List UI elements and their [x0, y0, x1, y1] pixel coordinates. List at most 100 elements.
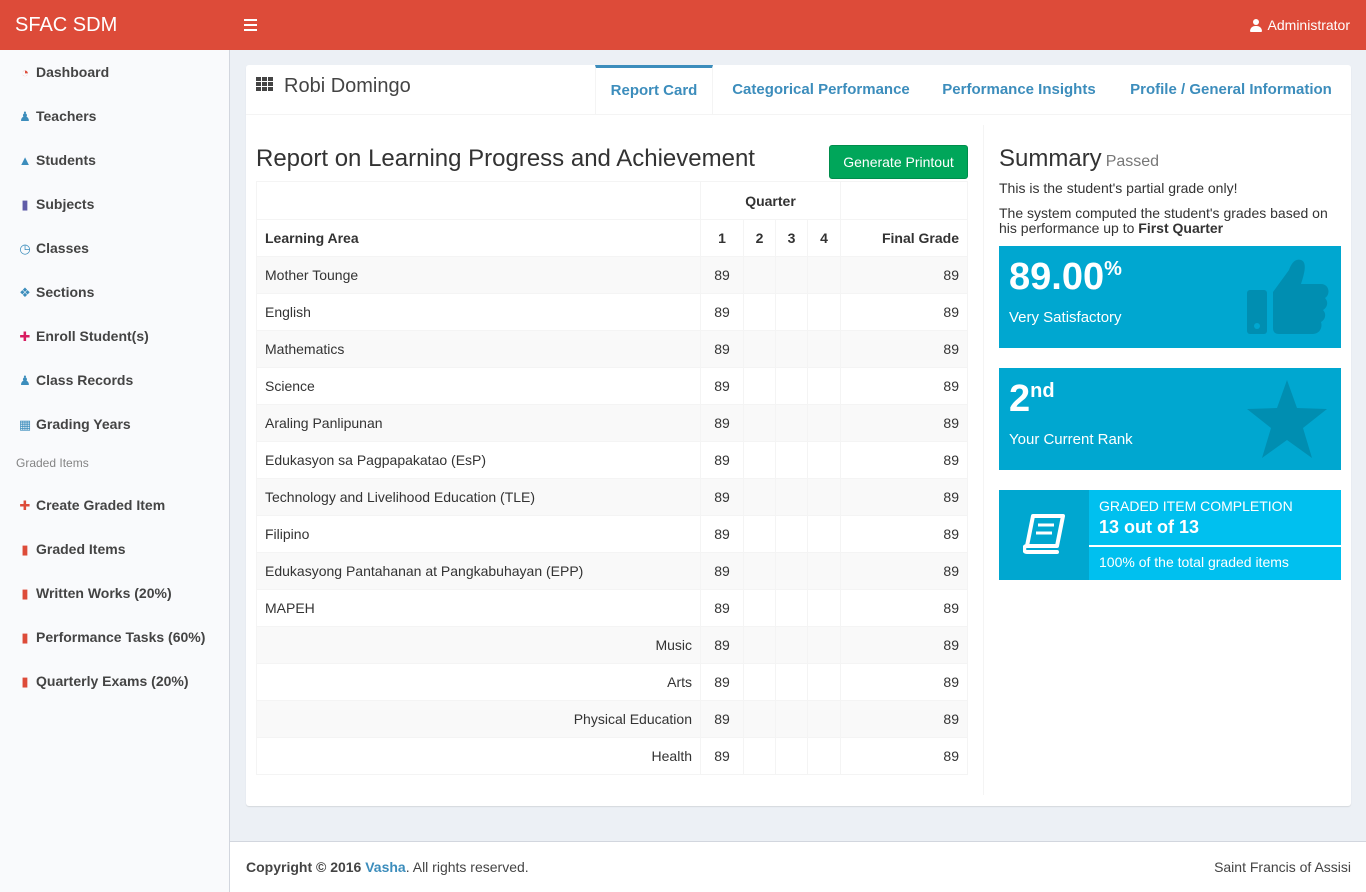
learning-area-cell: MAPEH: [256, 589, 701, 627]
book-icon: ▮: [21, 630, 29, 645]
quarter-4-header: 4: [807, 219, 841, 257]
sidebar-item-label: Students: [36, 152, 96, 168]
quarter-2-cell: [743, 293, 776, 331]
quarter-4-cell: [807, 256, 841, 294]
student-panel: Robi Domingo Report Card Categorical Per…: [246, 65, 1351, 806]
sidebar-item-subjects[interactable]: ▮ Subjects: [18, 194, 94, 214]
quarter-1-cell: 89: [700, 256, 744, 294]
book-icon: [1023, 514, 1065, 554]
tab-categorical-performance[interactable]: Categorical Performance: [721, 65, 921, 115]
quarter-3-cell: [775, 330, 808, 368]
user-icon: [1249, 19, 1262, 32]
quarter-2-cell: [743, 404, 776, 442]
quarter-3-cell: [775, 663, 808, 701]
top-navbar: SFAC SDM Administrator: [0, 0, 1366, 50]
sidebar-item-performance-tasks-60[interactable]: ▮ Performance Tasks (60%): [18, 627, 205, 647]
quarter-2-cell: [743, 663, 776, 701]
rank-value: 2nd: [1009, 378, 1055, 421]
quarter-1-cell: 89: [700, 515, 744, 553]
rank-suffix: nd: [1030, 380, 1055, 402]
brand-link[interactable]: Vasha: [365, 859, 405, 875]
quarter-4-cell: [807, 700, 841, 738]
table-row: Arts 89 89: [256, 663, 968, 701]
generate-printout-button[interactable]: Generate Printout: [829, 145, 968, 179]
sidebar-item-create-graded-item[interactable]: ✚ Create Graded Item: [18, 495, 166, 515]
table-row: Technology and Livelihood Education (TLE…: [256, 478, 968, 516]
table-row: Music 89 89: [256, 626, 968, 664]
quarter-4-cell: [807, 626, 841, 664]
quarter-1-cell: 89: [700, 441, 744, 479]
sidebar-item-teachers[interactable]: ♟ Teachers: [18, 106, 96, 126]
final-grade-cell: 89: [840, 404, 968, 442]
table-row: Edukasyong Pantahanan at Pangkabuhayan (…: [256, 552, 968, 590]
quarter-2-cell: [743, 589, 776, 627]
quarter-3-cell: [775, 367, 808, 405]
sidebar-item-class-records[interactable]: ♟ Class Records: [18, 370, 133, 390]
copyright: Copyright © 2016 Vasha. All rights reser…: [246, 859, 529, 875]
sidebar-item-label: Graded Items: [36, 541, 126, 557]
status-label: Passed: [1105, 153, 1160, 170]
quarter-3-cell: [775, 589, 808, 627]
table-row: Mother Tounge 89 89: [256, 256, 968, 294]
sidebar-item-label: Subjects: [36, 196, 95, 212]
rank-number: 2: [1009, 378, 1031, 420]
table-row: Edukasyon sa Pagpapakatao (EsP) 89 89: [256, 441, 968, 479]
grade-value: 89.00%: [1009, 256, 1122, 299]
sidebar-item-graded-items[interactable]: ▮ Graded Items: [18, 539, 125, 559]
user-menu[interactable]: Administrator: [1249, 0, 1350, 50]
final-grade-header: Final Grade: [840, 219, 968, 257]
quarter-3-cell: [775, 515, 808, 553]
learning-area-cell: Edukasyong Pantahanan at Pangkabuhayan (…: [256, 552, 701, 590]
tab-profile-general-information[interactable]: Profile / General Information: [1121, 65, 1341, 115]
quarter-1-cell: 89: [700, 700, 744, 738]
sidebar-item-students[interactable]: ▲ Students: [18, 150, 96, 170]
quarter-3-cell: [775, 700, 808, 738]
quarter-2-cell: [743, 367, 776, 405]
report-title: Report on Learning Progress and Achievem…: [256, 145, 755, 172]
app-logo[interactable]: SFAC SDM: [0, 0, 230, 50]
sidebar-item-written-works-20[interactable]: ▮ Written Works (20%): [18, 583, 172, 603]
quarter-1-cell: 89: [700, 626, 744, 664]
tab-report-card[interactable]: Report Card: [595, 65, 713, 115]
tab-divider: [246, 114, 1351, 115]
quarter-4-cell: [807, 737, 841, 775]
computation-quarter: First Quarter: [1138, 220, 1224, 236]
book-icon: ▮: [21, 197, 29, 212]
sidebar-item-label: Performance Tasks (60%): [36, 629, 206, 645]
final-grade-cell: 89: [840, 589, 968, 627]
calendar-icon: ▦: [18, 417, 32, 432]
sidebar-item-classes[interactable]: ◷ Classes: [18, 238, 89, 258]
quarter-2-cell: [743, 737, 776, 775]
grade-label: Very Satisfactory: [1009, 309, 1122, 326]
cubes-icon: ❖: [19, 285, 31, 300]
sidebar-item-quarterly-exams-20[interactable]: ▮ Quarterly Exams (20%): [18, 671, 188, 691]
tab-performance-insights[interactable]: Performance Insights: [931, 65, 1107, 115]
quarter-1-cell: 89: [700, 293, 744, 331]
learning-area-cell: Arts: [256, 663, 701, 701]
quarter-3-cell: [775, 293, 808, 331]
final-grade-cell: 89: [840, 293, 968, 331]
final-grade-cell: 89: [840, 441, 968, 479]
quarter-2-cell: [743, 700, 776, 738]
quarter-4-cell: [807, 663, 841, 701]
sidebar-item-grading-years[interactable]: ▦ Grading Years: [18, 414, 131, 434]
learning-area-cell: Mathematics: [256, 330, 701, 368]
table-row: English 89 89: [256, 293, 968, 331]
quarter-2-cell: [743, 478, 776, 516]
table-row: MAPEH 89 89: [256, 589, 968, 627]
sidebar-item-enroll-student-s[interactable]: ✚ Enroll Student(s): [18, 326, 149, 346]
final-grade-cell: 89: [840, 700, 968, 738]
completion-count: 13 out of 13: [1099, 517, 1200, 537]
student-name: Robi Domingo: [284, 75, 411, 97]
sidebar-item-label: Sections: [36, 284, 95, 300]
sidebar-item-sections[interactable]: ❖ Sections: [18, 282, 94, 302]
learning-area-header: Learning Area: [256, 219, 701, 257]
final-grade-cell: 89: [840, 552, 968, 590]
sidebar-item-dashboard[interactable]: ◔ Dashboard: [18, 62, 109, 82]
summary-heading: Summary: [999, 145, 1102, 172]
quarter-1-cell: 89: [700, 404, 744, 442]
sidebar-toggle-icon[interactable]: [244, 17, 258, 33]
final-grade-cell: 89: [840, 737, 968, 775]
table-row: Health 89 89: [256, 737, 968, 775]
sidebar-item-label: Written Works (20%): [36, 585, 172, 601]
